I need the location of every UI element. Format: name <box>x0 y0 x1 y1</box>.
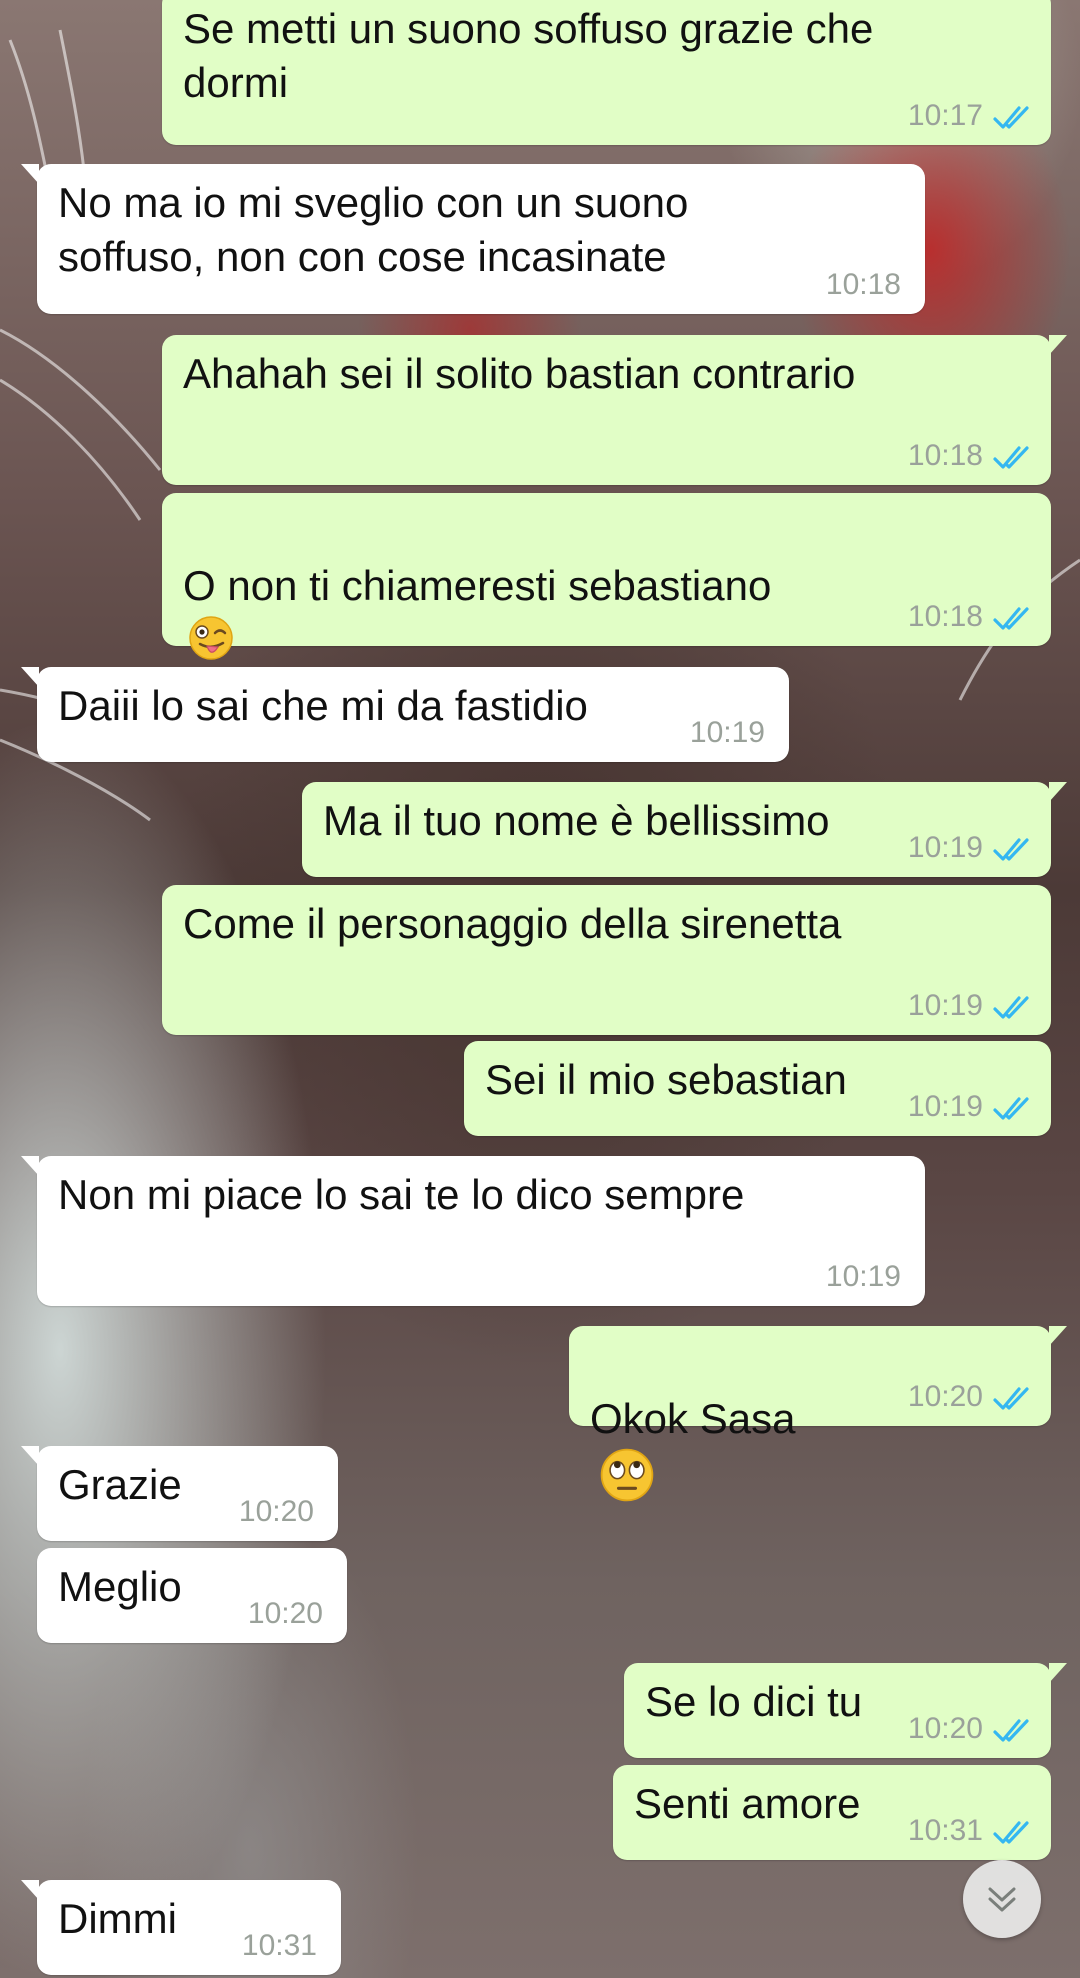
double-check-icon <box>993 1097 1029 1120</box>
double-check-icon <box>993 838 1029 861</box>
message-outgoing[interactable]: Ahahah sei il solito bastian contrario 1… <box>162 335 1067 485</box>
message-incoming[interactable]: Dimmi 10:31 <box>21 1880 341 1975</box>
message-time: 10:18 <box>907 600 983 633</box>
message-time: 10:18 <box>825 268 901 301</box>
message-outgoing[interactable]: Se lo dici tu 10:20 <box>624 1663 1067 1758</box>
message-time: 10:17 <box>907 99 983 132</box>
message-text: Daiii lo sai che mi da fastidio <box>58 682 588 729</box>
double-chevron-down-icon <box>988 1887 1016 1912</box>
message-time: 10:31 <box>907 1814 983 1847</box>
message-text: Come il personaggio della sirenetta <box>183 900 842 947</box>
message-text: Ahahah sei il solito bastian contrario <box>183 350 856 397</box>
message-time: 10:19 <box>907 989 983 1022</box>
message-text: Non mi piace lo sai te lo dico sempre <box>58 1171 745 1218</box>
message-text: Grazie <box>58 1461 182 1508</box>
double-check-icon <box>993 1387 1029 1410</box>
message-time: 10:20 <box>907 1712 983 1745</box>
message-outgoing[interactable]: Okok Sasa 10:20 <box>569 1326 1067 1502</box>
double-check-icon <box>993 996 1029 1019</box>
message-outgoing[interactable]: Sei il mio sebastian 10:19 <box>464 1041 1051 1136</box>
message-text: Dimmi <box>58 1895 177 1942</box>
double-check-icon <box>993 1821 1029 1844</box>
message-incoming[interactable]: Non mi piace lo sai te lo dico sempre 10… <box>21 1156 925 1306</box>
message-text: Se metti un suono soffuso grazie che dor… <box>183 5 874 106</box>
double-check-icon <box>993 1719 1029 1742</box>
message-text: Ma il tuo nome è bellissimo <box>323 797 830 844</box>
message-outgoing[interactable]: Senti amore 10:31 <box>613 1765 1051 1860</box>
message-text: Sei il mio sebastian <box>485 1056 847 1103</box>
message-outgoing[interactable]: Se metti un suono soffuso grazie che dor… <box>162 0 1051 145</box>
message-time: 10:19 <box>907 1090 983 1123</box>
message-outgoing[interactable]: Ma il tuo nome è bellissimo 10:19 <box>302 782 1067 877</box>
message-time: 10:19 <box>825 1260 901 1293</box>
double-check-icon <box>993 607 1029 630</box>
message-time: 10:20 <box>238 1495 314 1528</box>
eye-roll-emoji <box>600 1448 654 1502</box>
message-text: Senti amore <box>634 1780 861 1827</box>
message-text: Okok Sasa <box>590 1395 796 1442</box>
message-incoming[interactable]: Daiii lo sai che mi da fastidio 10:19 <box>21 667 789 762</box>
message-text-row: Okok Sasa <box>590 1338 795 1505</box>
message-text: Meglio <box>58 1563 182 1610</box>
double-check-icon <box>993 106 1029 129</box>
message-time: 10:19 <box>907 831 983 864</box>
message-incoming[interactable]: Meglio 10:20 <box>37 1548 347 1643</box>
message-outgoing[interactable]: Come il personaggio della sirenetta 10:1… <box>162 885 1051 1035</box>
scroll-to-bottom-button[interactable] <box>963 1860 1041 1938</box>
message-time: 10:31 <box>241 1929 317 1962</box>
double-check-icon <box>993 446 1029 469</box>
winking-tongue-emoji <box>189 616 233 660</box>
message-text: O non ti chiameresti sebastiano <box>183 562 772 609</box>
message-incoming[interactable]: Grazie 10:20 <box>21 1446 338 1541</box>
message-time: 10:18 <box>907 439 983 472</box>
message-time: 10:20 <box>907 1380 983 1413</box>
message-time: 10:20 <box>247 1597 323 1630</box>
message-text: No ma io mi sveglio con un suono soffuso… <box>58 179 689 280</box>
message-time: 10:19 <box>689 716 765 749</box>
message-text: Se lo dici tu <box>645 1678 863 1725</box>
message-outgoing[interactable]: O non ti chiameresti sebastiano 10:18 <box>162 493 1051 714</box>
message-incoming[interactable]: No ma io mi sveglio con un suono soffuso… <box>21 164 925 314</box>
